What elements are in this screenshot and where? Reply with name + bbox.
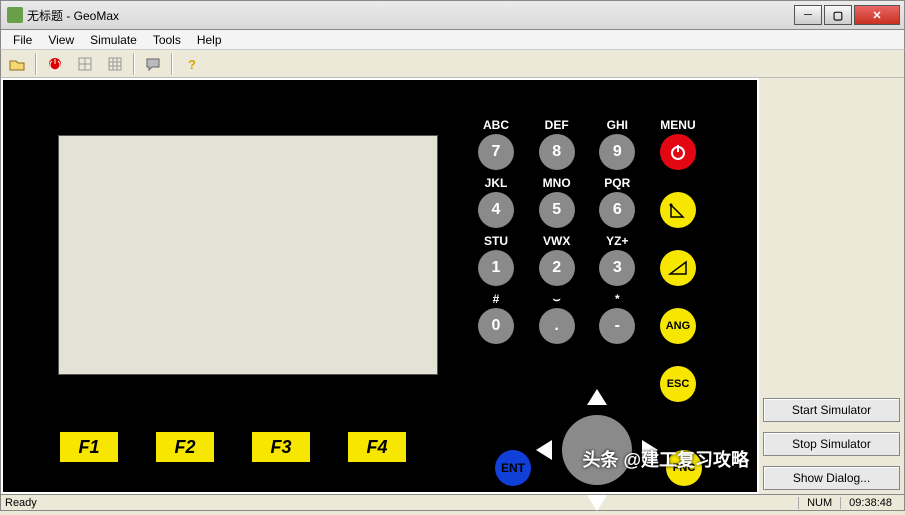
label-yz: YZ+ xyxy=(593,234,641,250)
key-ent[interactable]: ENT xyxy=(495,450,531,486)
key-1[interactable]: 1 xyxy=(478,250,514,286)
power-icon[interactable] xyxy=(43,53,67,75)
dpad-center[interactable] xyxy=(562,415,632,485)
key-5[interactable]: 5 xyxy=(539,192,575,228)
separator xyxy=(35,53,37,75)
status-ready: Ready xyxy=(5,497,37,509)
separator xyxy=(171,53,173,75)
window-title: 无标题 - GeoMax xyxy=(27,7,790,24)
key-minus[interactable]: - xyxy=(599,308,635,344)
key-9[interactable]: 9 xyxy=(599,134,635,170)
label-vwx: VWX xyxy=(533,234,581,250)
menu-tools[interactable]: Tools xyxy=(145,31,189,49)
dpad-up[interactable] xyxy=(587,389,607,405)
dpad-left[interactable] xyxy=(536,440,552,460)
menu-help[interactable]: Help xyxy=(189,31,230,49)
key-dot[interactable]: . xyxy=(539,308,575,344)
key-f4[interactable]: F4 xyxy=(346,430,408,464)
menu-simulate[interactable]: Simulate xyxy=(82,31,145,49)
key-angle-icon[interactable] xyxy=(660,192,696,228)
key-6[interactable]: 6 xyxy=(599,192,635,228)
key-ang[interactable]: ANG xyxy=(660,308,696,344)
label-space: ⌣ xyxy=(533,292,581,308)
lcd-screen xyxy=(58,135,438,375)
key-7[interactable]: 7 xyxy=(478,134,514,170)
label-jkl: JKL xyxy=(472,176,520,192)
separator xyxy=(133,53,135,75)
minimize-button[interactable]: ─ xyxy=(794,5,822,25)
close-button[interactable]: ✕ xyxy=(854,5,900,25)
key-menu[interactable] xyxy=(660,134,696,170)
app-icon xyxy=(7,7,23,23)
label-stu: STU xyxy=(472,234,520,250)
device-panel: F1 F2 F3 F4 ABC7 DEF8 GHI9 MENU JKL4 MNO… xyxy=(3,80,757,492)
key-f3[interactable]: F3 xyxy=(250,430,312,464)
chat-icon[interactable] xyxy=(141,53,165,75)
dpad-right[interactable] xyxy=(642,440,658,460)
key-f2[interactable]: F2 xyxy=(154,430,216,464)
label-def: DEF xyxy=(533,118,581,134)
label-mno: MNO xyxy=(533,176,581,192)
status-time: 09:38:48 xyxy=(840,497,900,509)
dpad-down[interactable] xyxy=(587,495,607,511)
key-3[interactable]: 3 xyxy=(599,250,635,286)
label-hash: # xyxy=(472,292,520,308)
help-icon[interactable]: ? xyxy=(179,53,203,75)
label-pqr: PQR xyxy=(593,176,641,192)
menu-file[interactable]: File xyxy=(5,31,40,49)
label-ghi: GHI xyxy=(593,118,641,134)
label-menu: MENU xyxy=(654,118,702,134)
show-dialog-button[interactable]: Show Dialog... xyxy=(763,466,900,490)
label-star: * xyxy=(593,292,641,308)
stop-simulator-button[interactable]: Stop Simulator xyxy=(763,432,900,456)
key-esc[interactable]: ESC xyxy=(660,366,696,402)
open-icon[interactable] xyxy=(5,53,29,75)
key-4[interactable]: 4 xyxy=(478,192,514,228)
start-simulator-button[interactable]: Start Simulator xyxy=(763,398,900,422)
label-abc: ABC xyxy=(472,118,520,134)
key-fnc[interactable]: FNC xyxy=(666,450,702,486)
key-0[interactable]: 0 xyxy=(478,308,514,344)
maximize-button[interactable]: ▢ xyxy=(824,5,852,25)
dpad xyxy=(532,385,662,515)
menu-view[interactable]: View xyxy=(40,31,82,49)
key-2[interactable]: 2 xyxy=(539,250,575,286)
grid1-icon[interactable] xyxy=(73,53,97,75)
key-slope-icon[interactable] xyxy=(660,250,696,286)
grid2-icon[interactable] xyxy=(103,53,127,75)
status-num: NUM xyxy=(798,497,840,509)
svg-text:?: ? xyxy=(188,57,196,71)
key-8[interactable]: 8 xyxy=(539,134,575,170)
key-f1[interactable]: F1 xyxy=(58,430,120,464)
